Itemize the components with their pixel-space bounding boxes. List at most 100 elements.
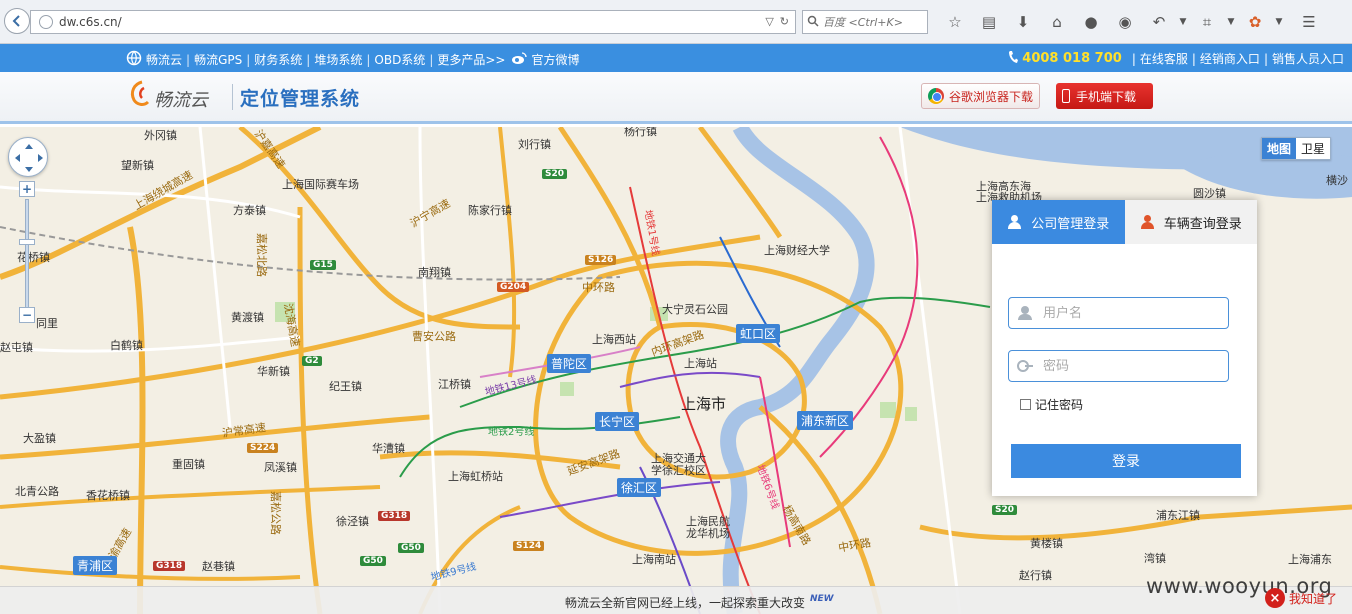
map-place: 华漕镇 (372, 442, 405, 455)
road-badge: G204 (497, 282, 530, 292)
link-weibo[interactable]: 官方微博 (531, 51, 579, 68)
remember-checkbox[interactable] (1020, 399, 1031, 410)
undo-icon[interactable]: ↶ (1142, 10, 1176, 34)
map-type-map[interactable]: 地图 (1262, 138, 1297, 159)
map-road: 曹安公路 (412, 330, 456, 343)
district-badge[interactable]: 普陀区 (547, 354, 592, 373)
password-input[interactable] (1043, 358, 1213, 374)
username-input[interactable] (1043, 305, 1213, 321)
separator: | (1263, 51, 1268, 66)
search-input[interactable] (823, 15, 923, 29)
chevron-down-icon[interactable]: ▼ (1224, 10, 1238, 34)
zoom-slider[interactable]: + − (19, 181, 35, 333)
chrome-download-button[interactable]: 谷歌浏览器下载 (921, 83, 1040, 109)
link-yard[interactable]: 堆场系统 (314, 51, 362, 68)
zoom-in-button[interactable]: + (19, 181, 35, 197)
map-place: 上海站 (684, 357, 717, 370)
remember-password[interactable]: 记住密码 (1020, 396, 1083, 413)
users-icon (1140, 215, 1158, 229)
district-badge[interactable]: 徐汇区 (617, 478, 662, 497)
district-badge[interactable]: 虹口区 (736, 324, 781, 343)
map-place: 重固镇 (172, 458, 205, 471)
username-field[interactable] (1008, 297, 1229, 329)
menu-icon[interactable]: ☰ (1292, 10, 1326, 34)
password-field[interactable] (1008, 350, 1229, 382)
district-badge[interactable]: 长宁区 (595, 412, 640, 431)
login-button[interactable]: 登录 (1011, 444, 1241, 478)
home-icon[interactable]: ⌂ (1040, 10, 1074, 34)
comment-icon[interactable]: ◉ (1108, 10, 1142, 34)
tab-company-login[interactable]: 公司管理登录 (992, 200, 1125, 244)
link-more-products[interactable]: 更多产品>> (437, 51, 505, 68)
chat-icon[interactable]: ● (1074, 10, 1108, 34)
map-place: 杨行镇 (624, 127, 657, 138)
tab-vehicle-login[interactable]: 车辆查询登录 (1124, 200, 1257, 244)
road-badge: S126 (585, 255, 617, 265)
district-badge[interactable]: 青浦区 (73, 556, 118, 575)
district-badge[interactable]: 浦东新区 (797, 411, 854, 430)
bookmark-star-icon[interactable]: ☆ (938, 10, 972, 34)
link-online-service[interactable]: 在线客服 (1140, 50, 1188, 67)
map-place: 方泰镇 (233, 204, 266, 217)
close-icon: × (1265, 588, 1285, 608)
map-road: 北青公路 (15, 485, 59, 498)
map-place: 上海交通大学徐汇校区 (651, 452, 706, 477)
zoom-track[interactable] (25, 199, 29, 313)
zoom-out-button[interactable]: − (19, 307, 35, 323)
separator: | (429, 52, 434, 67)
map-place: 浦东江镇 (1156, 509, 1200, 522)
road-badge: S20 (992, 505, 1018, 515)
login-panel: 公司管理登录 车辆查询登录 记住密码 登录 (992, 200, 1257, 496)
map-type-satellite[interactable]: 卫星 (1296, 138, 1331, 159)
mobile-download-button[interactable]: 手机端下载 (1056, 83, 1153, 109)
key-icon (1017, 359, 1033, 373)
link-changliuyun[interactable]: 畅流云 (146, 51, 182, 68)
metro-line-label: 地铁2号线 (488, 427, 535, 438)
remember-label: 记住密码 (1035, 398, 1084, 412)
map-place: 纪王镇 (329, 380, 362, 393)
map-road: 嘉松公路 (269, 491, 282, 535)
map-place: 上海西站 (592, 333, 636, 346)
globe-icon (39, 15, 53, 29)
reload-icon[interactable]: ↻ (780, 15, 789, 28)
dropdown-icon[interactable]: ▽ (765, 15, 773, 28)
tab-vehicle-label: 车辆查询登录 (1163, 216, 1242, 232)
link-sales-entry[interactable]: 销售人员入口 (1272, 50, 1344, 67)
separator: | (186, 52, 191, 67)
map-place: 凤溪镇 (264, 461, 297, 474)
browser-search-box[interactable] (802, 10, 928, 34)
zoom-handle[interactable] (19, 239, 35, 245)
login-tabs: 公司管理登录 车辆查询登录 (992, 200, 1257, 244)
back-icon[interactable] (4, 8, 30, 34)
addon-icon[interactable]: ✿ (1238, 10, 1272, 34)
map-place: 南翔镇 (418, 266, 451, 279)
separator: | (1131, 51, 1136, 66)
address-bar[interactable]: ▽ ↻ (30, 10, 796, 34)
map-place: 湾镇 (1144, 552, 1166, 565)
weibo-icon (511, 51, 528, 68)
reading-list-icon[interactable]: ▤ (972, 10, 1006, 34)
map-place: 华新镇 (257, 365, 290, 378)
map-place: 外冈镇 (144, 129, 177, 142)
link-dealer-entry[interactable]: 经销商入口 (1200, 50, 1260, 67)
download-icon[interactable]: ⬇ (1006, 10, 1040, 34)
map-place: 香花桥镇 (86, 489, 130, 502)
dismiss-notice-button[interactable]: × 我知道了 (1265, 588, 1337, 608)
link-finance[interactable]: 财务系统 (254, 51, 302, 68)
map-pan-control[interactable] (8, 137, 48, 177)
link-obd[interactable]: OBD系统 (374, 51, 425, 68)
chevron-down-icon[interactable]: ▼ (1272, 10, 1286, 34)
chrome-icon (928, 88, 944, 104)
link-gps[interactable]: 畅流GPS (194, 51, 242, 68)
map-place: 上海财经大学 (764, 244, 830, 257)
map-type-switch[interactable]: 地图 卫星 (1261, 137, 1332, 160)
logo-icon (128, 78, 154, 110)
map-road: 嘉松北路 (255, 233, 268, 277)
map-place: 赵屯镇 (0, 341, 33, 354)
url-input[interactable] (59, 15, 759, 29)
crop-icon[interactable]: ⌗ (1190, 10, 1224, 34)
notice-text[interactable]: 畅流云全新官网已经上线，一起探索重大改变 (565, 594, 805, 611)
map-road: 中环路 (582, 281, 615, 294)
chevron-down-icon[interactable]: ▼ (1176, 10, 1190, 34)
road-badge: G318 (153, 561, 186, 571)
